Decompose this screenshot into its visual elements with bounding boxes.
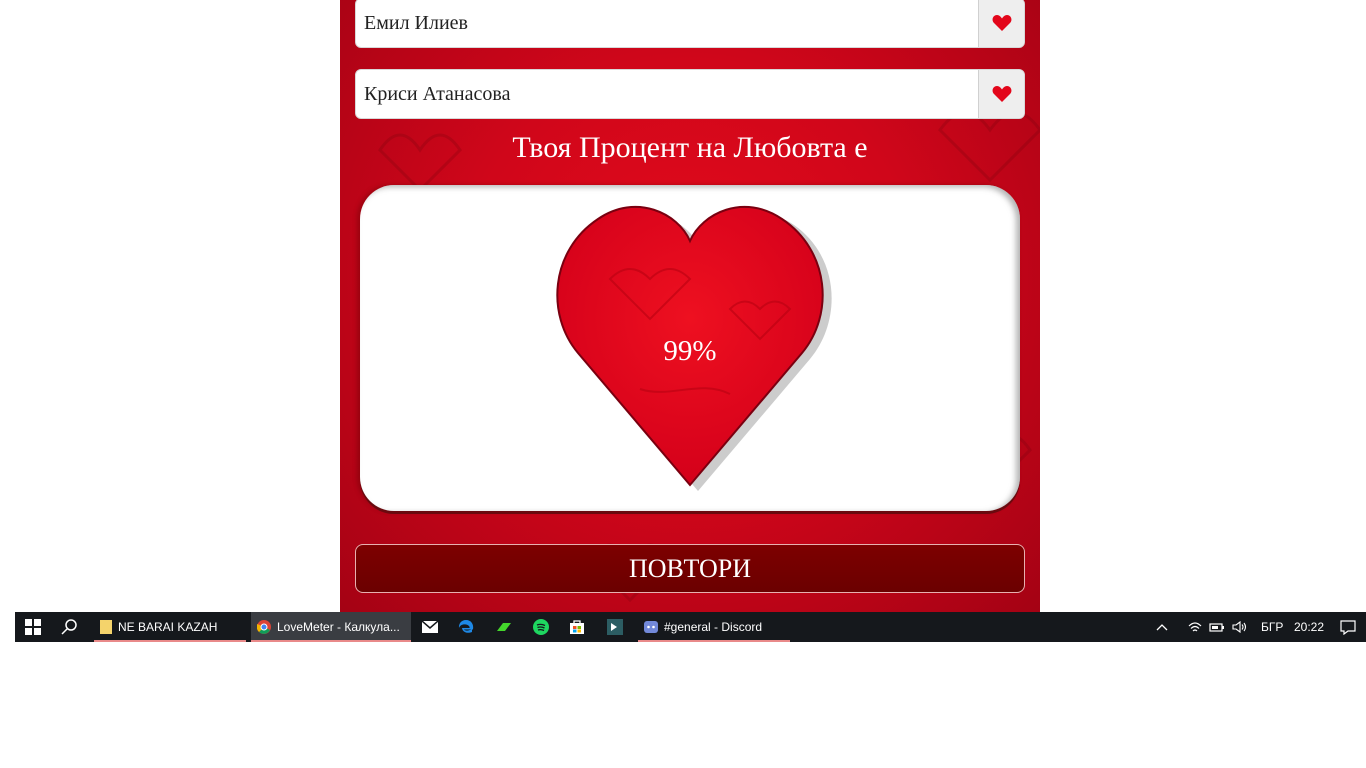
- volume-icon: [1232, 621, 1247, 633]
- razer-icon: [495, 622, 511, 632]
- tray-volume[interactable]: [1230, 612, 1250, 642]
- repeat-button[interactable]: ПОВТОРИ: [355, 544, 1025, 593]
- task-label: NE BARAI KAZAH: [118, 620, 218, 634]
- second-name-field[interactable]: Криси Атанасова: [355, 69, 1025, 119]
- task-label: #general - Discord: [664, 620, 763, 634]
- task-underline: [94, 640, 246, 642]
- heart-addon: [978, 70, 1024, 118]
- heart-addon: [978, 0, 1024, 47]
- second-name-value[interactable]: Криси Атанасова: [356, 83, 978, 106]
- pinned-terminal[interactable]: [597, 612, 633, 642]
- pinned-edge[interactable]: [448, 612, 484, 642]
- task-chrome[interactable]: LoveMeter - Калкула...: [251, 612, 411, 642]
- battery-icon: [1209, 623, 1224, 632]
- heart-icon: [992, 15, 1011, 31]
- love-percentage: 99%: [663, 335, 717, 367]
- action-center-button[interactable]: [1330, 612, 1366, 642]
- taskbar: NE BARAI KAZAH LoveMeter - Калкула... #g…: [15, 612, 1366, 642]
- result-card: 99%: [360, 185, 1020, 511]
- first-name-field[interactable]: Емил Илиев: [355, 0, 1025, 48]
- task-underline: [638, 640, 790, 642]
- tray-overflow[interactable]: [1150, 612, 1174, 642]
- task-discord[interactable]: #general - Discord: [638, 612, 790, 642]
- search-button[interactable]: [51, 612, 87, 642]
- edge-icon: [458, 620, 474, 633]
- tray-battery[interactable]: [1207, 612, 1227, 642]
- discord-icon: [644, 621, 658, 633]
- folder-icon: [100, 620, 112, 634]
- mail-icon: [422, 621, 438, 633]
- pinned-spotify[interactable]: [523, 612, 559, 642]
- notification-icon: [1340, 619, 1356, 635]
- store-icon: [570, 620, 584, 634]
- result-title: Твоя Процент на Любовта е: [512, 131, 868, 164]
- pinned-store[interactable]: [559, 612, 595, 642]
- task-underline: [251, 640, 411, 642]
- language-indicator[interactable]: БГР: [1261, 612, 1283, 642]
- terminal-icon: [607, 619, 623, 635]
- spotify-icon: [533, 619, 549, 635]
- wifi-icon: [1188, 622, 1202, 632]
- chevron-up-icon: [1156, 624, 1168, 631]
- first-name-value[interactable]: Емил Илиев: [356, 12, 978, 35]
- pinned-razer[interactable]: [485, 612, 521, 642]
- windows-icon: [25, 619, 41, 635]
- love-meter-app: Емил Илиев Криси Атанасова Твоя Процент …: [340, 0, 1040, 612]
- search-icon: [61, 619, 77, 635]
- task-label: LoveMeter - Калкула...: [277, 620, 400, 634]
- clock[interactable]: 20:22: [1294, 612, 1324, 642]
- chrome-icon: [257, 620, 271, 634]
- pinned-mail[interactable]: [412, 612, 448, 642]
- task-folder[interactable]: NE BARAI KAZAH: [94, 612, 246, 642]
- start-button[interactable]: [15, 612, 51, 642]
- tray-wifi[interactable]: [1185, 612, 1205, 642]
- heart-icon: [992, 86, 1011, 102]
